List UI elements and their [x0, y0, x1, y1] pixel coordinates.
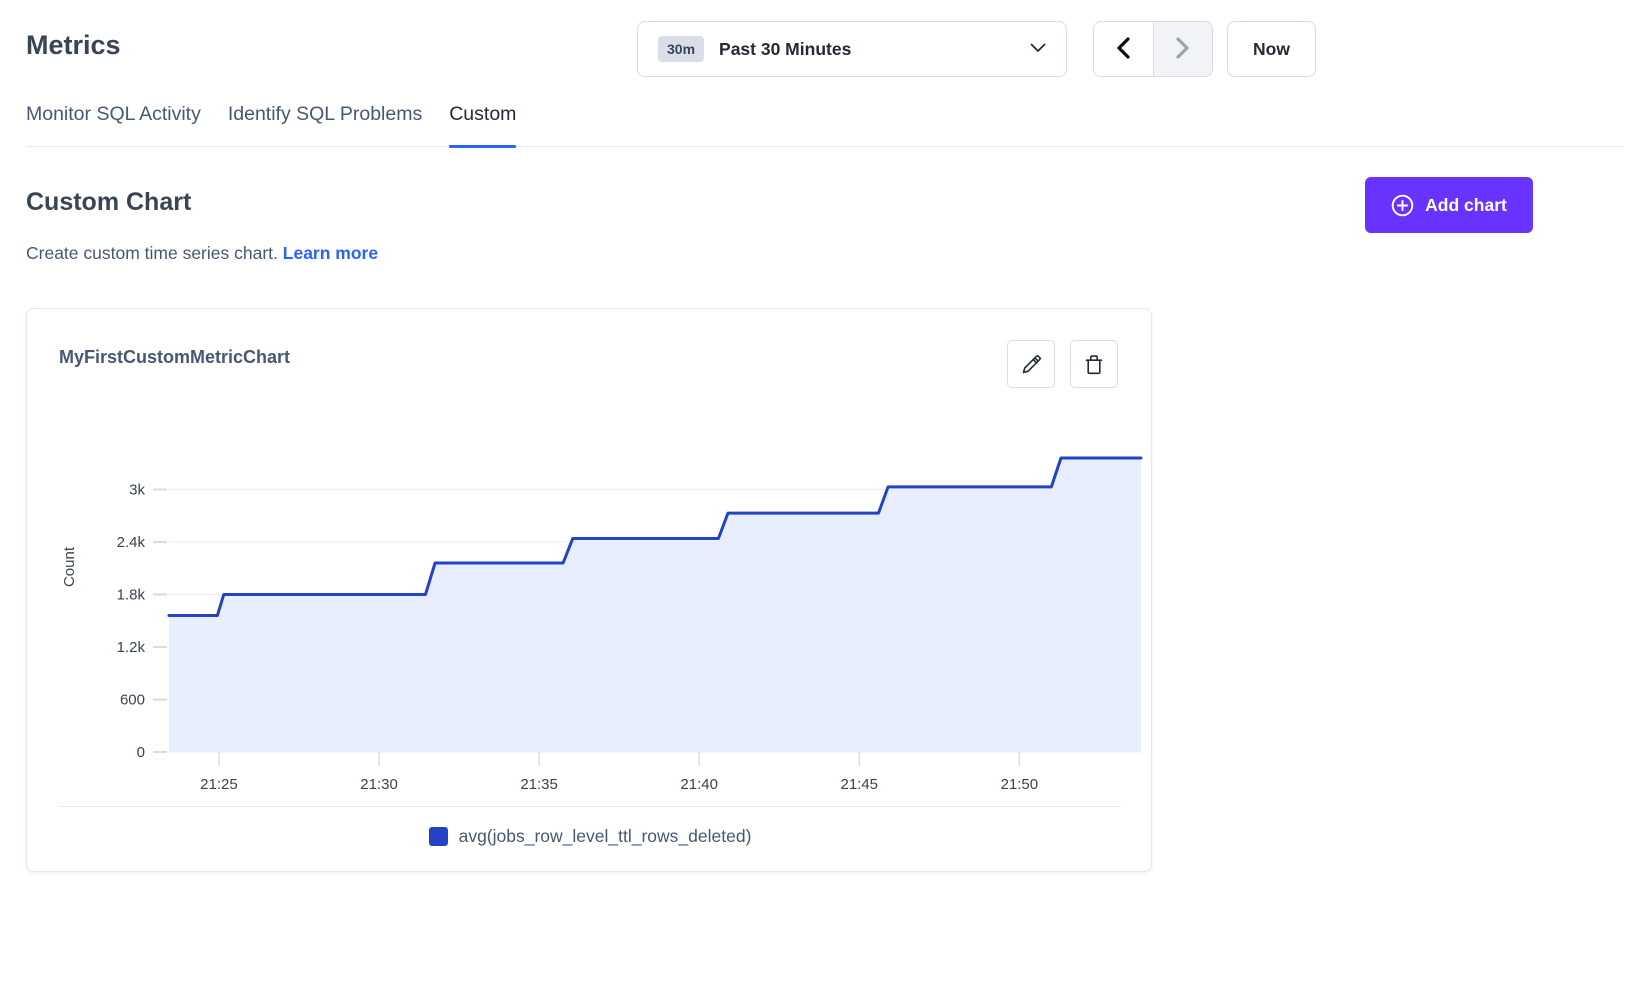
x-tick-label: 21:35	[520, 776, 558, 793]
chevron-left-icon	[1116, 37, 1130, 62]
tab-identify-sql-problems[interactable]: Identify SQL Problems	[228, 103, 422, 146]
now-button[interactable]: Now	[1227, 21, 1316, 77]
add-chart-button[interactable]: Add chart	[1365, 177, 1533, 233]
time-pager	[1093, 21, 1213, 77]
page-title: Metrics	[26, 30, 121, 61]
add-chart-label: Add chart	[1425, 195, 1507, 216]
y-tick-label: 1.8k	[117, 587, 146, 604]
time-range-select[interactable]: 30m Past 30 Minutes	[637, 21, 1067, 77]
y-tick-label: 0	[137, 744, 145, 761]
page-root: Metrics 30m Past 30 Minutes Now Monitor …	[0, 0, 1650, 982]
time-range-label: Past 30 Minutes	[719, 39, 851, 60]
chart-card: MyFirstCustomMetricChart Count	[26, 308, 1152, 872]
trash-icon	[1084, 354, 1104, 375]
chevron-down-icon	[1030, 40, 1046, 58]
pencil-icon	[1021, 354, 1042, 375]
learn-more-link[interactable]: Learn more	[283, 243, 378, 263]
prev-time-button[interactable]	[1094, 22, 1153, 76]
x-tick-label: 21:30	[360, 776, 398, 793]
chart-title: MyFirstCustomMetricChart	[59, 347, 290, 368]
chart-plot-area: Count 0 600 1.2k 1.8k 2.4k 3k 21:25 21:30 21:35 2…	[27, 419, 1153, 804]
y-tick-label: 3k	[129, 482, 145, 499]
section-description: Create custom time series chart. Learn m…	[26, 243, 378, 264]
x-tick-label: 21:45	[840, 776, 878, 793]
legend-swatch	[429, 827, 448, 846]
series-area	[169, 458, 1141, 752]
x-tick-label: 21:50	[1001, 776, 1039, 793]
legend-label: avg(jobs_row_level_ttl_rows_deleted)	[459, 826, 752, 847]
tab-bar: Monitor SQL Activity Identify SQL Proble…	[26, 103, 1624, 147]
tab-monitor-sql-activity[interactable]: Monitor SQL Activity	[26, 103, 201, 146]
x-tick-label: 21:25	[200, 776, 238, 793]
y-tick-label: 2.4k	[117, 534, 146, 551]
section-title: Custom Chart	[26, 188, 191, 217]
x-tick-label: 21:40	[680, 776, 718, 793]
custom-chart-svg: 0 600 1.2k 1.8k 2.4k 3k 21:25 21:30 21:35 21:40 21…	[27, 419, 1153, 804]
y-axis-title: Count	[61, 547, 78, 587]
chevron-right-icon	[1176, 37, 1190, 62]
section-description-text: Create custom time series chart.	[26, 243, 278, 263]
legend-divider	[59, 806, 1121, 807]
next-time-button[interactable]	[1153, 22, 1212, 76]
y-tick-label: 600	[120, 692, 145, 709]
edit-chart-button[interactable]	[1007, 340, 1055, 388]
plus-circle-icon	[1391, 194, 1414, 217]
y-tick-label: 1.2k	[117, 639, 146, 656]
tab-custom[interactable]: Custom	[449, 103, 516, 146]
delete-chart-button[interactable]	[1070, 340, 1118, 388]
chart-legend: avg(jobs_row_level_ttl_rows_deleted)	[27, 826, 1153, 847]
time-range-badge: 30m	[658, 36, 704, 62]
